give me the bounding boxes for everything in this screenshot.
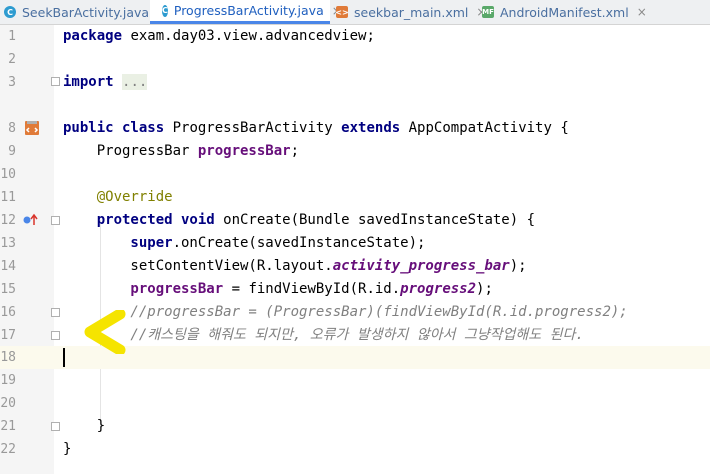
line-number: 15 <box>0 282 16 297</box>
code-line-9[interactable]: 9 ProgressBar progressBar; <box>0 140 710 163</box>
line-number: 21 <box>0 419 16 434</box>
line-number: 13 <box>0 236 16 251</box>
line-number: 1 <box>8 29 16 44</box>
code-line-14[interactable]: 14 setContentView(R.layout.activity_prog… <box>0 255 710 278</box>
line-number: 20 <box>0 396 16 411</box>
code-text: ); <box>476 281 493 297</box>
tab-seekbar-main-xml[interactable]: <> seekbar_main.xml × <box>335 0 486 24</box>
code-text: ); <box>509 258 527 274</box>
line-number: 12 <box>0 213 16 228</box>
line-number: 17 <box>0 328 16 343</box>
line-number: 18 <box>0 350 16 365</box>
type-name: ProgressBar <box>63 143 198 159</box>
keyword: super <box>63 235 173 251</box>
line-number: 8 <box>8 121 16 136</box>
annotation: @Override <box>63 189 173 205</box>
java-class-icon: C <box>162 4 168 17</box>
tab-progressbaractivity-java[interactable]: C ProgressBarActivity.java × <box>150 0 342 24</box>
tab-label: ProgressBarActivity.java <box>173 3 324 18</box>
keyword: protected void <box>63 212 215 228</box>
line-number: 22 <box>0 442 16 457</box>
code-text: .onCreate(savedInstanceState); <box>172 235 426 251</box>
manifest-file-icon: MF <box>482 6 494 18</box>
fold-toggle-icon[interactable] <box>51 331 60 340</box>
xml-file-icon: <> <box>335 6 349 18</box>
keyword: extends <box>341 120 401 136</box>
keyword: import <box>63 74 114 90</box>
line-number: 2 <box>8 52 16 67</box>
code-line-20[interactable]: 20 <box>0 392 710 415</box>
line-number: 11 <box>0 190 16 205</box>
layout-resource-gutter-icon[interactable] <box>24 120 40 136</box>
comment: //progressBar = (ProgressBar)(findViewBy… <box>63 304 628 320</box>
code-line-11[interactable]: 11 @Override <box>0 186 710 209</box>
static-field: activity_progress_bar <box>332 258 510 274</box>
override-method-gutter-icon[interactable] <box>22 213 40 227</box>
tab-label: seekbar_main.xml <box>354 4 469 20</box>
line-number: 14 <box>0 259 16 274</box>
class-name: ProgressBarActivity <box>164 120 342 136</box>
code-line-19[interactable]: 19 <box>0 369 710 392</box>
java-class-icon: C <box>4 6 16 18</box>
closing-brace: } <box>63 418 106 434</box>
code-text: = findViewById(R.id. <box>223 281 401 297</box>
code-text: onCreate(Bundle savedInstanceState) { <box>214 212 536 228</box>
code-line-2[interactable]: 2 <box>0 48 710 71</box>
line-number: 16 <box>0 305 16 320</box>
line-number: 10 <box>0 167 16 182</box>
code-line-15[interactable]: 15 progressBar = findViewById(R.id.progr… <box>0 278 710 301</box>
code-line-12[interactable]: 12 protected void onCreate(Bundle savedI… <box>0 209 710 232</box>
code-line-10[interactable]: 10 <box>0 163 710 186</box>
code-line-13[interactable]: 13 super.onCreate(savedInstanceState); <box>0 232 710 255</box>
yellow-highlighter-mark <box>84 310 126 354</box>
code-text: AppCompatActivity { <box>400 120 569 136</box>
field-name: progressBar <box>197 143 291 159</box>
field-name: progressBar <box>63 281 224 297</box>
keyword: package <box>63 28 123 44</box>
close-icon[interactable]: × <box>637 5 647 19</box>
fold-toggle-icon[interactable] <box>51 422 60 431</box>
line-number: 3 <box>8 75 16 90</box>
comment: //캐스팅을 해줘도 되지만, 오류가 발생하지 않아서 그냥작업해도 된다. <box>63 327 584 343</box>
line-number: 19 <box>0 373 16 388</box>
code-line-1[interactable]: 1 package exam.day03.view.advancedview; <box>0 25 710 48</box>
tab-label: AndroidManifest.xml <box>500 4 629 20</box>
code-text: ; <box>290 143 300 159</box>
folded-imports[interactable]: ... <box>122 74 148 90</box>
fold-toggle-icon[interactable] <box>51 308 60 317</box>
static-field: progress2 <box>400 281 477 297</box>
code-text: setContentView(R.layout. <box>63 258 333 274</box>
tab-seekbaractivity-java[interactable]: C SeekBarActivity.java × <box>4 0 167 24</box>
tab-label: SeekBarActivity.java <box>22 4 150 20</box>
code-line-22[interactable]: 22 } <box>0 438 710 461</box>
keyword: public class <box>63 120 165 136</box>
fold-toggle-icon[interactable] <box>51 216 60 225</box>
code-line-3[interactable]: 3 import ... <box>0 71 710 94</box>
code-line-21[interactable]: 21 } <box>0 415 710 438</box>
editor-tab-bar: C SeekBarActivity.java × C ProgressBarAc… <box>0 0 710 25</box>
code-text: exam.day03.view.advancedview; <box>122 28 375 44</box>
line-number: 9 <box>8 144 16 159</box>
code-line-8[interactable]: 8 public class ProgressBarActivity exten… <box>0 117 710 140</box>
closing-brace: } <box>63 441 72 457</box>
fold-toggle-icon[interactable] <box>51 77 60 86</box>
tab-androidmanifest-xml[interactable]: MF AndroidManifest.xml × <box>482 0 647 24</box>
